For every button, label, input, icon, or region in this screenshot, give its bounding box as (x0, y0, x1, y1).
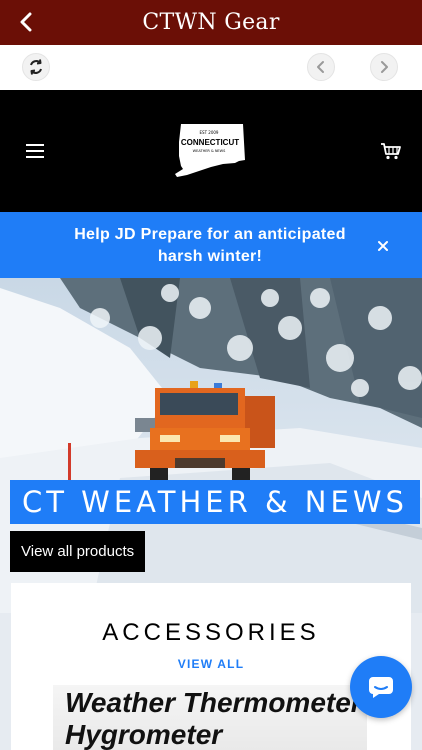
product-title-line-2: Hygrometer (65, 719, 223, 750)
hamburger-line (26, 150, 44, 152)
logo-subtitle: WEATHER & NEWS (192, 149, 226, 153)
product-title-line-1: Weather Thermometer (65, 687, 362, 718)
view-all-products-button[interactable]: View all products (10, 531, 146, 572)
next-page-button[interactable] (370, 53, 398, 81)
refresh-icon (30, 59, 42, 75)
previous-page-button[interactable] (307, 53, 335, 81)
product-image[interactable]: Weather Thermometer Hygrometer (53, 685, 367, 750)
collection-heading: ACCESSORIES (102, 619, 320, 646)
app-title: CTWN Gear (142, 10, 280, 35)
app-titlebar: CTWN Gear (0, 0, 422, 45)
logo-established: EST 2009 (199, 130, 219, 135)
chevron-left-icon (20, 12, 32, 32)
hamburger-line (26, 156, 44, 158)
close-icon (378, 241, 388, 251)
hamburger-icon (26, 144, 44, 146)
hero-banner: CT WEATHER & NEWS View all products (0, 278, 422, 613)
hero-title: CT WEATHER & NEWS (10, 480, 420, 524)
cart-icon (381, 143, 401, 160)
collection-view-all-link[interactable]: VIEW ALL (11, 657, 411, 671)
product-image-title: Weather Thermometer Hygrometer (65, 687, 362, 750)
logo-name: CONNECTICUT (180, 138, 240, 147)
collection-card: ACCESSORIES VIEW ALL Weather Thermometer… (11, 583, 411, 750)
chat-button[interactable] (350, 656, 412, 718)
menu-button[interactable] (26, 144, 44, 158)
announcement-bar[interactable]: Help JD Prepare for an anticipated harsh… (0, 212, 422, 278)
chevron-right-icon (381, 61, 388, 73)
cart-button[interactable] (380, 142, 402, 160)
back-button[interactable] (12, 8, 40, 36)
chevron-left-icon (317, 61, 324, 73)
browser-toolbar (0, 45, 422, 90)
store-header: EST 2009 CONNECTICUT WEATHER & NEWS (0, 90, 422, 212)
announcement-text[interactable]: Help JD Prepare for an anticipated harsh… (60, 224, 360, 268)
app-screen: CTWN Gear EST 2009 CONNECTICUT WEATHER &… (0, 0, 422, 750)
refresh-button[interactable] (22, 53, 50, 81)
chat-icon (369, 677, 393, 698)
store-logo[interactable]: EST 2009 CONNECTICUT WEATHER & NEWS (173, 122, 249, 178)
announcement-close-button[interactable] (376, 238, 390, 252)
